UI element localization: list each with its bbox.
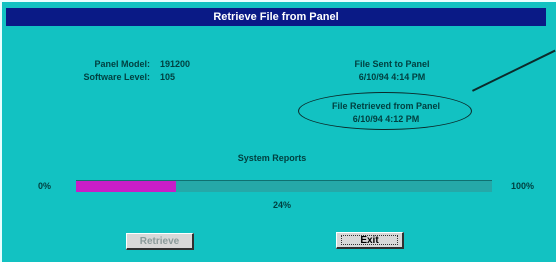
callout-oval [298, 92, 472, 130]
software-level-value: 105 [160, 72, 176, 82]
retrieve-button-label: Retrieve [139, 235, 180, 247]
file-sent-value: 6/10/94 4:14 PM [358, 72, 426, 82]
exit-button-label: Exit [360, 234, 379, 246]
callout-leader-line [472, 49, 556, 92]
progress-bar [76, 180, 492, 192]
progress-bar-fill [76, 181, 176, 192]
panel-model-label: Panel Model: [94, 59, 150, 69]
progress-min-label: 0% [38, 181, 52, 191]
progress-percent-label: 24% [272, 200, 291, 210]
progress-title: System Reports [237, 153, 307, 163]
software-level-label: Software Level: [83, 72, 150, 82]
retrieve-button[interactable]: Retrieve [126, 233, 194, 250]
exit-button[interactable]: Exit [336, 232, 404, 249]
progress-max-label: 100% [511, 181, 535, 191]
retrieve-file-dialog: Retrieve File from Panel Panel Model: 19… [0, 0, 556, 262]
panel-model-value: 191200 [160, 59, 191, 69]
file-sent-label: File Sent to Panel [354, 59, 430, 69]
file-retrieved-value: 6/10/94 4:12 PM [352, 114, 420, 124]
file-retrieved-label: File Retrieved from Panel [331, 101, 441, 111]
dialog-title: Retrieve File from Panel [213, 11, 339, 23]
dialog-title-bar[interactable]: Retrieve File from Panel [6, 8, 546, 26]
